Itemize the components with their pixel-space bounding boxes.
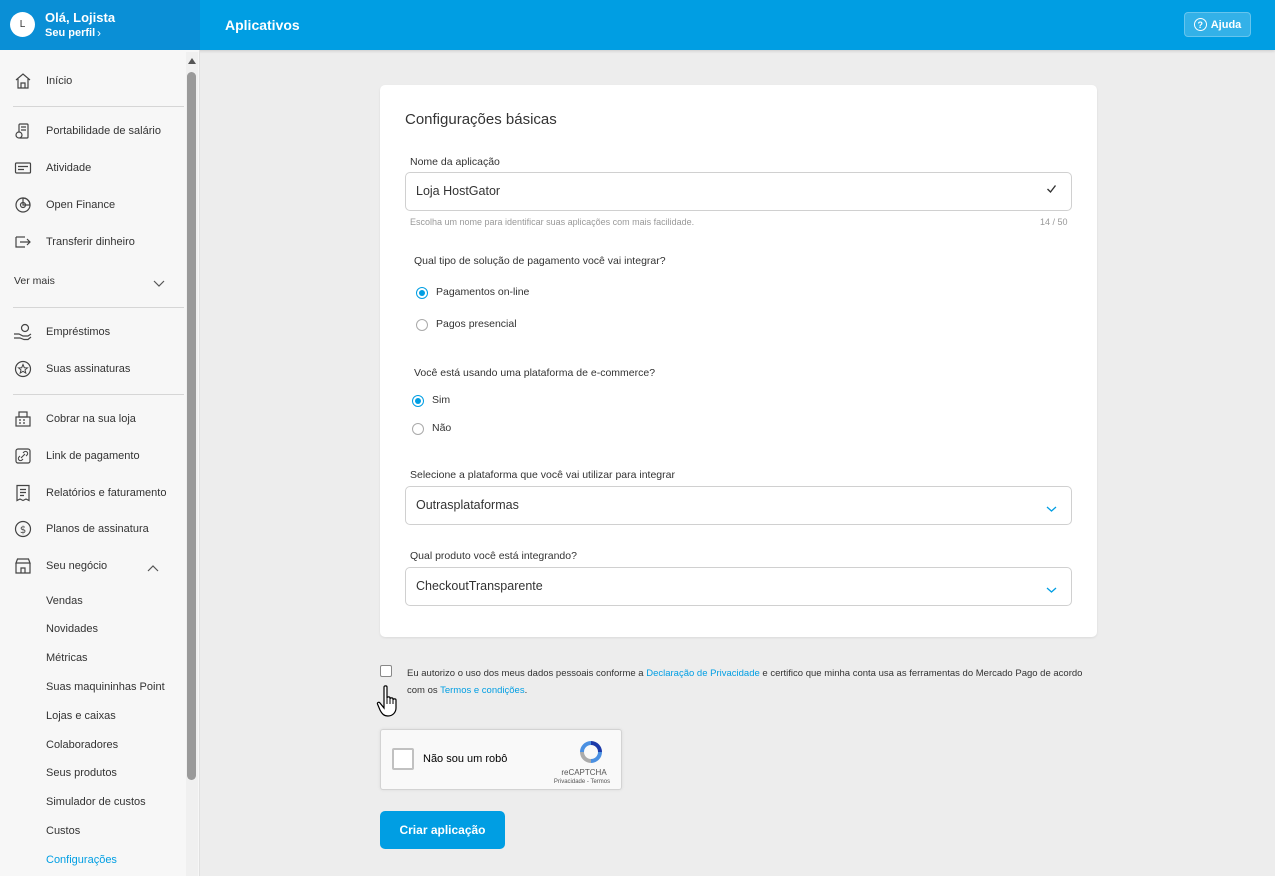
recaptcha-checkbox[interactable] — [392, 748, 414, 770]
radio-label-pagamentos-online: Pagamentos on-line — [436, 286, 530, 298]
sidebar-item-transferir[interactable]: Transferir dinheiro — [0, 227, 184, 257]
sidebar-subitem-maquininhas[interactable]: Suas maquininhas Point — [46, 681, 165, 693]
platform-value: Outrasplataformas — [416, 498, 519, 512]
sidebar-item-planos[interactable]: $ Planos de assinatura — [0, 514, 184, 544]
sidebar-item-relatorios[interactable]: Relatórios e faturamento — [0, 478, 184, 508]
chevron-right-icon: › — [97, 26, 101, 40]
recaptcha-label: Não sou um robô — [423, 753, 508, 765]
platform-label: Selecione a plataforma que você vai util… — [410, 469, 675, 481]
avatar[interactable]: L — [10, 12, 35, 37]
sidebar-subitem-custos[interactable]: Custos — [46, 825, 80, 837]
sidebar-divider — [13, 394, 184, 395]
sidebar-subitem-colaboradores[interactable]: Colaboradores — [46, 739, 118, 751]
store-icon — [13, 556, 33, 576]
product-value: CheckoutTransparente — [416, 579, 543, 593]
sidebar-item-emprestimos[interactable]: Empréstimos — [0, 317, 184, 347]
chevron-down-icon — [1046, 581, 1057, 599]
page-title: Aplicativos — [225, 17, 300, 33]
radio-label-sim: Sim — [432, 394, 451, 406]
sidebar-item-atividade[interactable]: Atividade — [0, 153, 184, 183]
sidebar-item-inicio[interactable]: Início — [0, 66, 184, 96]
product-select[interactable]: CheckoutTransparente — [405, 567, 1072, 606]
help-button[interactable]: ? Ajuda — [1184, 12, 1251, 37]
sidebar-subitem-vendas[interactable]: Vendas — [46, 595, 83, 607]
sidebar-item-assinaturas[interactable]: Suas assinaturas — [0, 354, 184, 384]
sidebar-divider — [13, 106, 184, 107]
svg-text:$: $ — [20, 525, 26, 536]
link-icon — [13, 446, 33, 466]
chevron-down-icon — [1046, 500, 1057, 518]
report-icon — [13, 483, 33, 503]
consent-text-part: . — [524, 685, 528, 696]
activity-icon — [13, 158, 33, 178]
salary-portability-icon — [13, 121, 33, 141]
sidebar-item-link-pagamento[interactable]: Link de pagamento — [0, 441, 184, 471]
consent-text-part: Eu autorizo o uso dos meus dados pessoai… — [407, 668, 647, 679]
ecommerce-question: Você está usando uma plataforma de e-com… — [414, 367, 656, 379]
sidebar-subitem-produtos[interactable]: Seus produtos — [46, 767, 117, 779]
top-bar: L Olá, Lojista Seu perfil › Aplicativos … — [0, 0, 1275, 50]
recaptcha-brand: reCAPTCHA — [561, 768, 607, 777]
basic-settings-card: Configurações básicas Nome da aplicação … — [380, 85, 1097, 637]
transfer-icon — [13, 232, 33, 252]
sidebar-see-more[interactable]: Ver mais — [0, 266, 184, 296]
sidebar: Início Portabilidade de salário Atividad… — [0, 50, 200, 876]
app-name-input[interactable]: Loja HostGator — [405, 172, 1072, 211]
terms-link[interactable]: Termos e condições — [440, 685, 524, 696]
scroll-thumb[interactable] — [187, 72, 196, 780]
greeting: Olá, Lojista — [45, 10, 116, 25]
recaptcha-logo-icon — [577, 738, 605, 771]
radio-nao[interactable] — [412, 423, 424, 435]
payment-question: Qual tipo de solução de pagamento você v… — [414, 255, 666, 267]
loan-icon — [13, 322, 33, 342]
platform-select[interactable]: Outrasplataformas — [405, 486, 1072, 525]
profile-menu[interactable]: L Olá, Lojista Seu perfil › — [0, 0, 200, 50]
radio-label-nao: Não — [432, 422, 452, 434]
privacy-declaration-link[interactable]: Declaração de Privacidade — [646, 668, 760, 679]
help-icon: ? — [1193, 18, 1207, 31]
radio-sim[interactable] — [412, 395, 424, 407]
sidebar-divider — [13, 307, 184, 308]
open-finance-icon — [13, 195, 33, 215]
check-icon — [1046, 183, 1057, 197]
app-name-label: Nome da aplicação — [410, 156, 500, 168]
radio-label-pagos-presencial: Pagos presencial — [436, 318, 517, 330]
home-icon — [13, 71, 33, 91]
chevron-up-icon — [147, 561, 159, 579]
sidebar-subitem-configuracoes[interactable]: Configurações — [46, 854, 117, 866]
radio-pagos-presencial[interactable] — [416, 319, 428, 331]
dollar-icon: $ — [13, 519, 33, 539]
help-label: Ajuda — [1210, 18, 1242, 31]
sidebar-item-seu-negocio[interactable]: Seu negócio — [0, 551, 184, 581]
sidebar-subitem-metricas[interactable]: Métricas — [46, 652, 88, 664]
sidebar-item-cobrar[interactable]: Cobrar na sua loja — [0, 404, 184, 434]
product-label: Qual produto você está integrando? — [410, 550, 577, 562]
sidebar-subitem-novidades[interactable]: Novidades — [46, 623, 98, 635]
consent-checkbox[interactable] — [380, 665, 392, 677]
subscriptions-icon — [13, 359, 33, 379]
chevron-down-icon — [153, 275, 165, 293]
radio-pagamentos-online[interactable] — [416, 287, 428, 299]
scroll-up-arrow-icon[interactable] — [188, 58, 196, 64]
register-icon — [13, 409, 33, 429]
card-title: Configurações básicas — [405, 111, 557, 128]
sidebar-subitem-lojas[interactable]: Lojas e caixas — [46, 710, 116, 722]
recaptcha-widget: Não sou um robô reCAPTCHA Privacidade - … — [380, 729, 622, 790]
create-application-button[interactable]: Criar aplicação — [380, 811, 505, 849]
sidebar-scrollbar[interactable] — [186, 52, 198, 876]
hand-cursor-icon — [376, 684, 402, 723]
app-name-value: Loja HostGator — [416, 184, 501, 198]
recaptcha-terms[interactable]: Privacidade - Termos — [547, 779, 617, 785]
profile-link[interactable]: Seu perfil — [45, 27, 95, 39]
app-name-counter: 14 / 50 — [1040, 217, 1068, 227]
sidebar-item-open-finance[interactable]: Open Finance — [0, 190, 184, 220]
sidebar-item-portabilidade[interactable]: Portabilidade de salário — [0, 116, 184, 146]
consent-text: Eu autorizo o uso dos meus dados pessoai… — [407, 665, 1097, 699]
app-name-helper: Escolha um nome para identificar suas ap… — [410, 217, 695, 227]
sidebar-subitem-simulador[interactable]: Simulador de custos — [46, 796, 146, 808]
